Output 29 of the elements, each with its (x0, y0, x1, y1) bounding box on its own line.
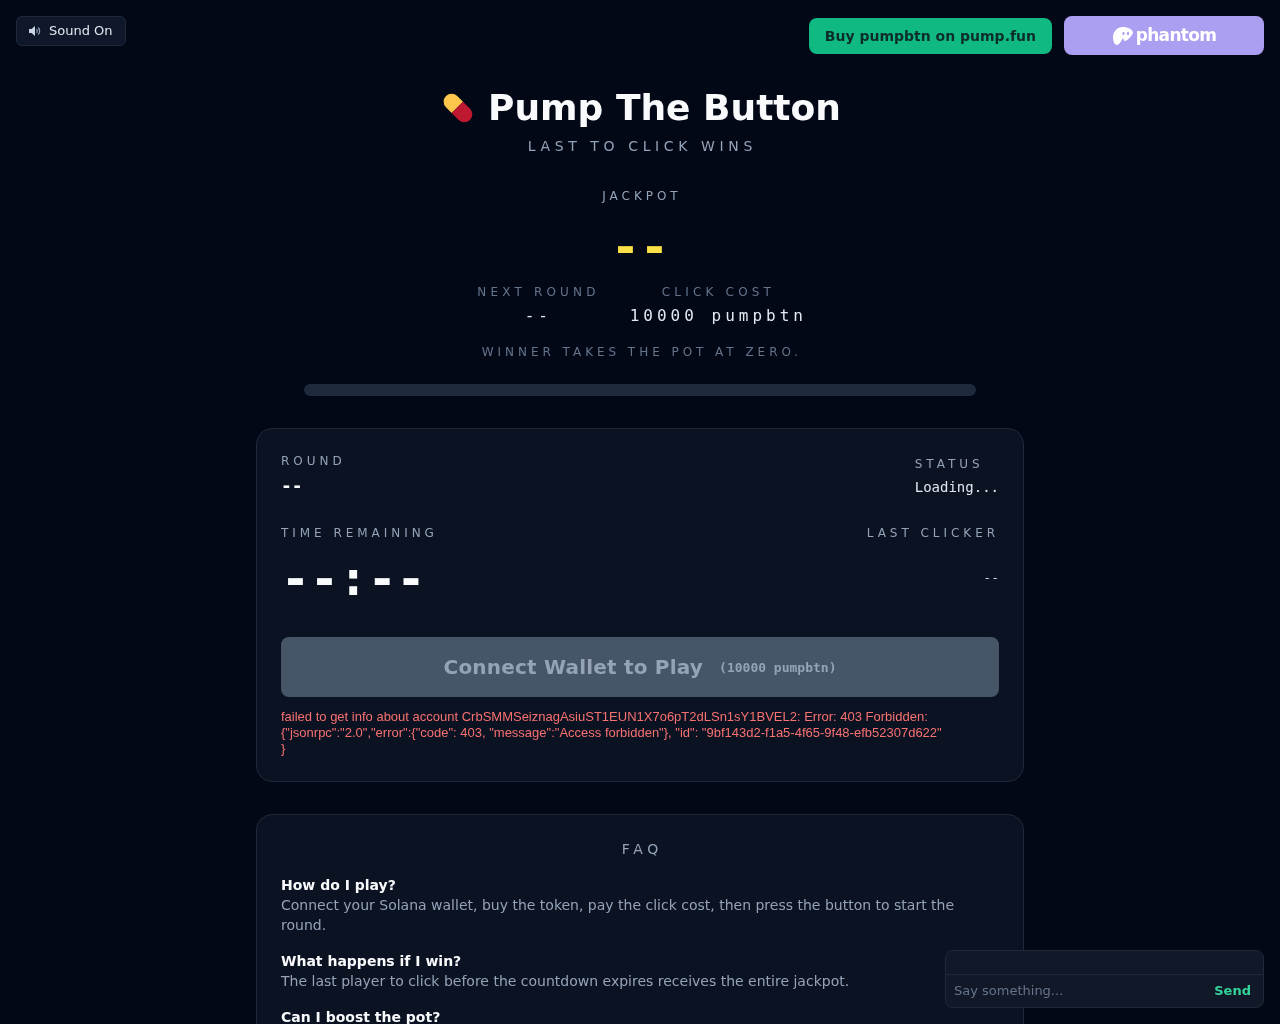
faq-answer: The last player to click before the countdown expires receives the entire jackpot. (281, 972, 851, 991)
faq-question: What happens if I win? (281, 952, 463, 971)
rules-note: WINNER TAKES THE POT AT ZERO. (480, 344, 803, 360)
stat-value: -- (523, 305, 552, 327)
round-value: -- (281, 475, 304, 497)
tagline: LAST TO CLICK WINS (526, 137, 757, 156)
error-message: failed to get info about account CrbSMMSeiznagAsiuST1EUN1X7o6pT2dLSn1sY1BVEL2: Error: 403 Forbidden: {"jsonrpc":"2.0","error":{"code": 403, "message":"Access forbidden"}, "id": "9bf143d2-f1a5-4f65-9f48-efb52307d622" } (281, 709, 943, 757)
time-remaining-label: TIME REMAINING (281, 525, 438, 541)
buy-token-button[interactable]: Buy pumpbtn on pump.fun (808, 18, 1052, 54)
faq-answer: Connect your Solana wallet, buy the token, pay the click cost, then press the button to start the round. (281, 896, 956, 935)
stat-label: NEXT ROUND (476, 284, 600, 300)
faq-question: How do I play? (281, 876, 397, 895)
jackpot-label: JACKPOT (600, 188, 682, 204)
status-value: Loading... (914, 478, 999, 497)
countdown-timer: --:-- (281, 554, 427, 602)
faq-heading: FAQ (620, 840, 664, 859)
stat-label: CLICK COST (660, 284, 776, 300)
last-clicker-label: LAST CLICKER (866, 525, 999, 541)
status-label: STATUS (914, 456, 984, 472)
ghost-icon (1111, 25, 1134, 46)
last-clicker-value: -- (983, 569, 999, 587)
sound-toggle-button[interactable]: Sound On (16, 16, 126, 46)
send-button[interactable]: Send (1210, 981, 1255, 1001)
page-title: Pump The Button (488, 88, 841, 128)
faq-question: Can I boost the pot? (281, 1008, 442, 1024)
jackpot-value: -- (611, 222, 669, 270)
stat-value: 10000 pumpbtn (628, 305, 807, 327)
round-label: ROUND (281, 453, 346, 469)
chat-input-field[interactable]: Say something... Send (945, 975, 1264, 1008)
